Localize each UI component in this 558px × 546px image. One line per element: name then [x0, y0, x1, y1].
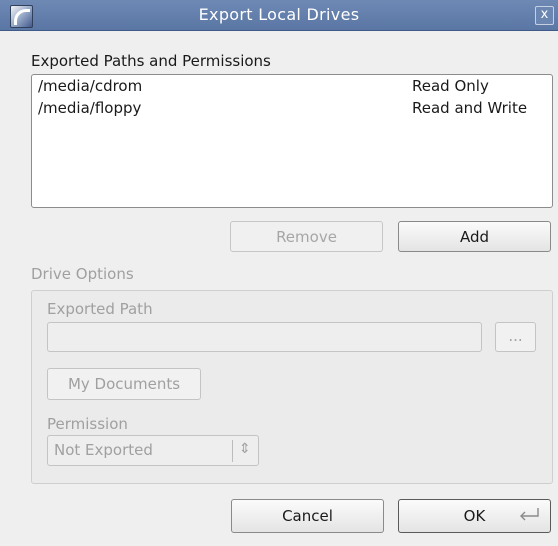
exported-path-cell: /media/floppy [38, 99, 142, 117]
ok-button-label: OK [463, 507, 486, 525]
drive-options-group: Exported Path ... My Documents Permissio… [31, 290, 553, 484]
permission-value: Not Exported [54, 441, 153, 459]
window-title: Export Local Drives [198, 5, 360, 24]
spinner-arrows-icon: ⇕ [239, 441, 251, 457]
drive-options-label: Drive Options [31, 265, 134, 283]
ok-button[interactable]: OK [398, 499, 551, 533]
exported-paths-list[interactable]: /media/cdrom Read Only /media/floppy Rea… [31, 74, 553, 208]
exported-path-label: Exported Path [47, 300, 153, 318]
close-icon[interactable]: x [535, 6, 554, 25]
permission-combo[interactable]: Not Exported ⇕ [47, 435, 259, 466]
remove-button[interactable]: Remove [230, 221, 383, 252]
title-bar[interactable]: Export Local Drives x [0, 0, 558, 31]
cancel-button[interactable]: Cancel [231, 499, 384, 533]
add-button[interactable]: Add [398, 221, 551, 252]
list-item[interactable]: /media/floppy Read and Write [32, 97, 552, 119]
export-local-drives-dialog: Export Local Drives x Exported Paths and… [0, 0, 558, 546]
list-item[interactable]: /media/cdrom Read Only [32, 75, 552, 97]
browse-button[interactable]: ... [495, 322, 536, 352]
enter-key-icon [520, 508, 539, 521]
exported-path-cell: /media/cdrom [38, 77, 143, 95]
exported-paths-label: Exported Paths and Permissions [31, 52, 271, 70]
my-documents-button[interactable]: My Documents [47, 368, 201, 400]
exported-path-field[interactable] [47, 322, 482, 352]
permission-cell: Read and Write [412, 99, 528, 117]
permission-label: Permission [47, 415, 128, 433]
permission-cell: Read Only [412, 77, 489, 95]
